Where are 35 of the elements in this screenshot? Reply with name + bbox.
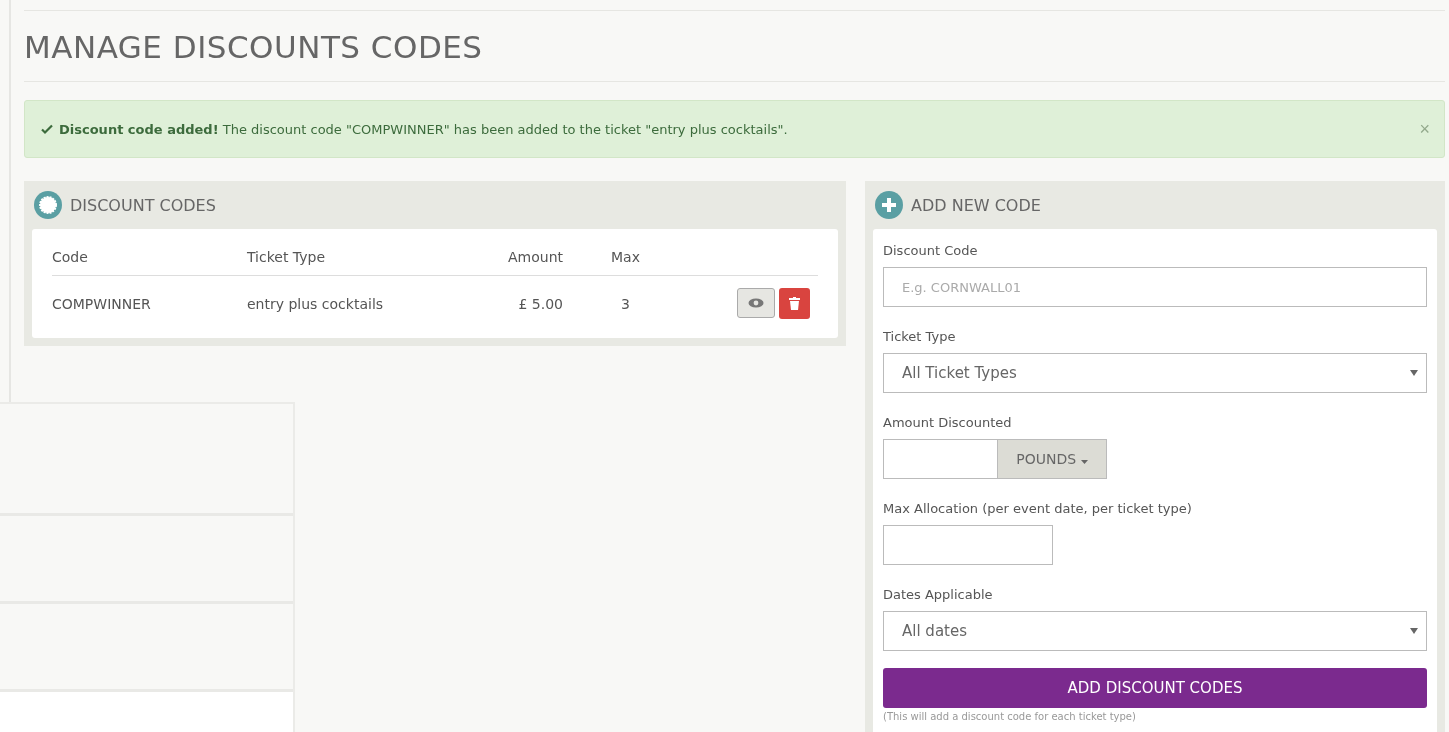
column-header: Ticket Type bbox=[247, 229, 463, 276]
unit-dropdown[interactable]: POUNDS bbox=[997, 439, 1107, 479]
field-label: Max Allocation (per event date, per ticket type) bbox=[883, 501, 1193, 516]
check-icon bbox=[41, 123, 53, 135]
table-cell: entry plus cocktails bbox=[247, 275, 463, 338]
caret-icon bbox=[1410, 370, 1418, 376]
eye-icon bbox=[748, 298, 764, 308]
table-cell: £ 5.00 bbox=[463, 275, 563, 338]
dropdown[interactable]: All dates bbox=[883, 611, 1427, 651]
help-text: (This will add a discount code for each ticket type) bbox=[883, 711, 1137, 722]
column-header: Amount bbox=[463, 229, 563, 276]
field-label: Dates Applicable bbox=[883, 587, 994, 602]
field-label: Amount Discounted bbox=[883, 415, 1013, 430]
panel-title: DISCOUNT CODES bbox=[70, 195, 216, 215]
input-field[interactable]: E.g. CORNWALL01 bbox=[883, 267, 1427, 307]
alert-message: Discount code added! The discount code "COMPWINNER" has been added to the ticket "entry plus cocktails". bbox=[59, 121, 789, 137]
page-title: MANAGE DISCOUNTS CODES bbox=[24, 29, 484, 65]
column-header: Code bbox=[52, 229, 247, 276]
field-label: Ticket Type bbox=[883, 329, 957, 344]
table-cell: COMPWINNER bbox=[52, 275, 247, 338]
table-cell: 3 bbox=[563, 275, 688, 338]
column-header: Max bbox=[563, 229, 688, 276]
delete-button[interactable] bbox=[779, 288, 810, 319]
badge-icon bbox=[34, 191, 62, 219]
add-button[interactable]: ADD DISCOUNT CODES bbox=[883, 668, 1427, 708]
input-field[interactable] bbox=[883, 439, 997, 479]
input-field[interactable] bbox=[883, 525, 1053, 565]
trash-icon bbox=[789, 297, 800, 310]
dropdown[interactable]: All Ticket Types bbox=[883, 353, 1427, 393]
field-label: Discount Code bbox=[883, 243, 979, 258]
plus-icon bbox=[875, 191, 903, 219]
view-button[interactable] bbox=[737, 288, 775, 318]
caret-icon bbox=[1410, 628, 1418, 634]
caret-icon bbox=[1080, 460, 1088, 464]
panel-title: ADD NEW CODE bbox=[911, 195, 1041, 215]
